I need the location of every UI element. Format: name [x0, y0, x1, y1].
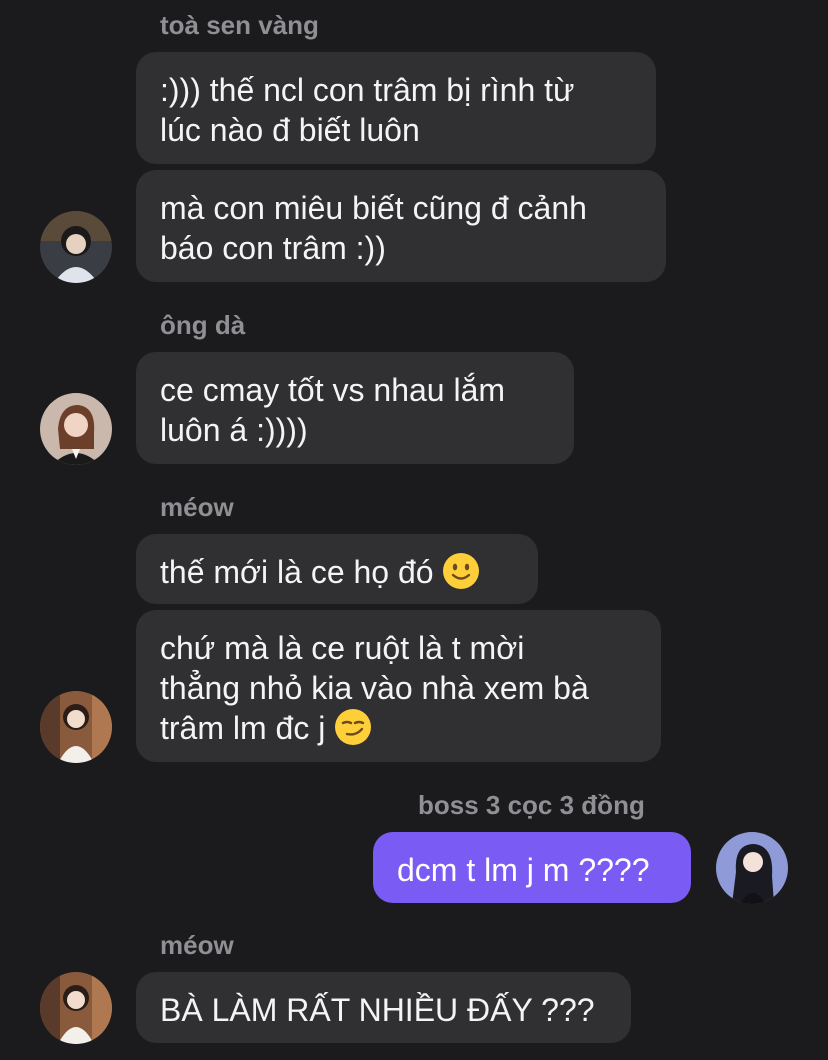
slightly-smiling-face-icon [442, 552, 480, 590]
message-text: trâm lm đc j [160, 710, 326, 746]
message-line: luôn á :)))) [160, 412, 308, 448]
message-line: mà con miêu biết cũng đ cảnh [160, 190, 587, 226]
sender-name: méow [160, 930, 234, 960]
message-text: dcm t lm j m ???? [397, 852, 650, 888]
message-line: ce cmay tốt vs nhau lắm [160, 372, 506, 408]
message-bubble[interactable]: ce cmay tốt vs nhau lắm luôn á :)))) [136, 352, 574, 464]
sender-name: boss 3 cọc 3 đồng [418, 790, 645, 820]
message-line: báo con trâm :)) [160, 230, 386, 266]
avatar[interactable] [40, 972, 112, 1044]
message-line: lúc nào đ biết luôn [160, 112, 420, 148]
message-line: chứ mà là ce ruột là t mời [160, 630, 525, 666]
avatar[interactable] [40, 211, 112, 283]
message-text: BÀ LÀM RẤT NHIỀU ĐẤY ??? [160, 992, 595, 1028]
message-line: trâm lm đc j [160, 708, 637, 748]
message-bubble[interactable]: BÀ LÀM RẤT NHIỀU ĐẤY ??? [136, 972, 631, 1043]
sender-name: méow [160, 492, 234, 522]
message-bubble[interactable]: mà con miêu biết cũng đ cảnh báo con trâ… [136, 170, 666, 282]
avatar[interactable] [40, 691, 112, 763]
message-bubble[interactable]: :))) thế ncl con trâm bị rình từ lúc nào… [136, 52, 656, 164]
message-bubble[interactable]: thế mới là ce họ đó [136, 534, 538, 604]
avatar[interactable] [40, 393, 112, 465]
message-text: thế mới là ce họ đó [160, 554, 434, 590]
outgoing-message-bubble[interactable]: dcm t lm j m ???? [373, 832, 691, 903]
sender-name: ông dà [160, 310, 246, 340]
avatar[interactable] [716, 832, 788, 904]
message-line: :))) thế ncl con trâm bị rình từ [160, 72, 575, 108]
message-line: thẳng nhỏ kia vào nhà xem bà [160, 670, 589, 706]
smirking-face-icon [334, 708, 372, 746]
sender-name: toà sen vàng [160, 10, 319, 40]
message-bubble[interactable]: chứ mà là ce ruột là t mời thẳng nhỏ kia… [136, 610, 661, 762]
